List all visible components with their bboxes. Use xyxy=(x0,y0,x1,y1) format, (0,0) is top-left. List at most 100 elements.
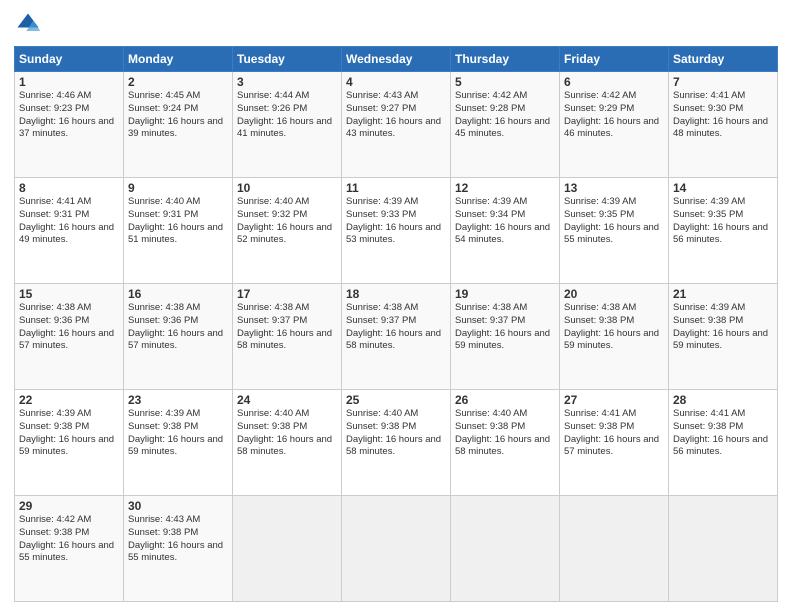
day-info: Sunrise: 4:41 AMSunset: 9:30 PMDaylight:… xyxy=(673,90,773,141)
calendar-cell: 11Sunrise: 4:39 AMSunset: 9:33 PMDayligh… xyxy=(342,178,451,284)
weekday-header: Thursday xyxy=(451,47,560,72)
calendar-cell: 7Sunrise: 4:41 AMSunset: 9:30 PMDaylight… xyxy=(669,72,778,178)
logo-icon xyxy=(14,10,42,38)
calendar-cell: 25Sunrise: 4:40 AMSunset: 9:38 PMDayligh… xyxy=(342,390,451,496)
day-number: 15 xyxy=(19,287,119,301)
day-number: 6 xyxy=(564,75,664,89)
calendar-cell: 23Sunrise: 4:39 AMSunset: 9:38 PMDayligh… xyxy=(124,390,233,496)
day-number: 18 xyxy=(346,287,446,301)
calendar-cell: 3Sunrise: 4:44 AMSunset: 9:26 PMDaylight… xyxy=(233,72,342,178)
day-number: 14 xyxy=(673,181,773,195)
day-info: Sunrise: 4:39 AMSunset: 9:38 PMDaylight:… xyxy=(128,408,228,459)
day-info: Sunrise: 4:39 AMSunset: 9:35 PMDaylight:… xyxy=(673,196,773,247)
calendar-week-row: 29Sunrise: 4:42 AMSunset: 9:38 PMDayligh… xyxy=(15,496,778,602)
day-info: Sunrise: 4:38 AMSunset: 9:37 PMDaylight:… xyxy=(237,302,337,353)
day-number: 20 xyxy=(564,287,664,301)
day-info: Sunrise: 4:39 AMSunset: 9:38 PMDaylight:… xyxy=(673,302,773,353)
calendar-cell: 10Sunrise: 4:40 AMSunset: 9:32 PMDayligh… xyxy=(233,178,342,284)
calendar-cell: 18Sunrise: 4:38 AMSunset: 9:37 PMDayligh… xyxy=(342,284,451,390)
day-info: Sunrise: 4:39 AMSunset: 9:35 PMDaylight:… xyxy=(564,196,664,247)
weekday-header: Wednesday xyxy=(342,47,451,72)
day-number: 7 xyxy=(673,75,773,89)
calendar-cell: 24Sunrise: 4:40 AMSunset: 9:38 PMDayligh… xyxy=(233,390,342,496)
day-info: Sunrise: 4:39 AMSunset: 9:33 PMDaylight:… xyxy=(346,196,446,247)
calendar-cell: 21Sunrise: 4:39 AMSunset: 9:38 PMDayligh… xyxy=(669,284,778,390)
weekday-header: Monday xyxy=(124,47,233,72)
calendar-cell: 4Sunrise: 4:43 AMSunset: 9:27 PMDaylight… xyxy=(342,72,451,178)
day-info: Sunrise: 4:41 AMSunset: 9:31 PMDaylight:… xyxy=(19,196,119,247)
weekday-header: Friday xyxy=(560,47,669,72)
day-number: 3 xyxy=(237,75,337,89)
weekday-header: Saturday xyxy=(669,47,778,72)
calendar-cell: 27Sunrise: 4:41 AMSunset: 9:38 PMDayligh… xyxy=(560,390,669,496)
day-info: Sunrise: 4:44 AMSunset: 9:26 PMDaylight:… xyxy=(237,90,337,141)
day-number: 19 xyxy=(455,287,555,301)
calendar-week-row: 15Sunrise: 4:38 AMSunset: 9:36 PMDayligh… xyxy=(15,284,778,390)
calendar-cell: 19Sunrise: 4:38 AMSunset: 9:37 PMDayligh… xyxy=(451,284,560,390)
calendar-cell: 17Sunrise: 4:38 AMSunset: 9:37 PMDayligh… xyxy=(233,284,342,390)
day-info: Sunrise: 4:46 AMSunset: 9:23 PMDaylight:… xyxy=(19,90,119,141)
day-info: Sunrise: 4:38 AMSunset: 9:36 PMDaylight:… xyxy=(19,302,119,353)
calendar-week-row: 22Sunrise: 4:39 AMSunset: 9:38 PMDayligh… xyxy=(15,390,778,496)
day-info: Sunrise: 4:41 AMSunset: 9:38 PMDaylight:… xyxy=(564,408,664,459)
calendar-cell: 5Sunrise: 4:42 AMSunset: 9:28 PMDaylight… xyxy=(451,72,560,178)
weekday-header: Sunday xyxy=(15,47,124,72)
day-number: 22 xyxy=(19,393,119,407)
day-number: 10 xyxy=(237,181,337,195)
day-info: Sunrise: 4:38 AMSunset: 9:36 PMDaylight:… xyxy=(128,302,228,353)
day-number: 27 xyxy=(564,393,664,407)
calendar-table: SundayMondayTuesdayWednesdayThursdayFrid… xyxy=(14,46,778,602)
day-number: 17 xyxy=(237,287,337,301)
calendar-cell: 15Sunrise: 4:38 AMSunset: 9:36 PMDayligh… xyxy=(15,284,124,390)
weekday-header: Tuesday xyxy=(233,47,342,72)
day-info: Sunrise: 4:43 AMSunset: 9:38 PMDaylight:… xyxy=(128,514,228,565)
day-number: 21 xyxy=(673,287,773,301)
calendar-cell: 6Sunrise: 4:42 AMSunset: 9:29 PMDaylight… xyxy=(560,72,669,178)
day-info: Sunrise: 4:42 AMSunset: 9:38 PMDaylight:… xyxy=(19,514,119,565)
day-info: Sunrise: 4:38 AMSunset: 9:38 PMDaylight:… xyxy=(564,302,664,353)
header xyxy=(14,10,778,38)
day-number: 13 xyxy=(564,181,664,195)
calendar-cell: 29Sunrise: 4:42 AMSunset: 9:38 PMDayligh… xyxy=(15,496,124,602)
day-info: Sunrise: 4:38 AMSunset: 9:37 PMDaylight:… xyxy=(346,302,446,353)
day-info: Sunrise: 4:40 AMSunset: 9:31 PMDaylight:… xyxy=(128,196,228,247)
calendar-cell: 9Sunrise: 4:40 AMSunset: 9:31 PMDaylight… xyxy=(124,178,233,284)
day-number: 11 xyxy=(346,181,446,195)
day-number: 25 xyxy=(346,393,446,407)
day-number: 8 xyxy=(19,181,119,195)
day-number: 1 xyxy=(19,75,119,89)
day-info: Sunrise: 4:40 AMSunset: 9:32 PMDaylight:… xyxy=(237,196,337,247)
calendar-cell: 30Sunrise: 4:43 AMSunset: 9:38 PMDayligh… xyxy=(124,496,233,602)
page: SundayMondayTuesdayWednesdayThursdayFrid… xyxy=(0,0,792,612)
day-info: Sunrise: 4:42 AMSunset: 9:28 PMDaylight:… xyxy=(455,90,555,141)
calendar-cell xyxy=(233,496,342,602)
day-number: 23 xyxy=(128,393,228,407)
calendar-cell xyxy=(342,496,451,602)
day-info: Sunrise: 4:40 AMSunset: 9:38 PMDaylight:… xyxy=(237,408,337,459)
calendar-cell: 13Sunrise: 4:39 AMSunset: 9:35 PMDayligh… xyxy=(560,178,669,284)
day-number: 4 xyxy=(346,75,446,89)
day-number: 26 xyxy=(455,393,555,407)
day-number: 29 xyxy=(19,499,119,513)
day-info: Sunrise: 4:42 AMSunset: 9:29 PMDaylight:… xyxy=(564,90,664,141)
day-number: 24 xyxy=(237,393,337,407)
calendar-week-row: 8Sunrise: 4:41 AMSunset: 9:31 PMDaylight… xyxy=(15,178,778,284)
calendar-cell xyxy=(451,496,560,602)
day-info: Sunrise: 4:45 AMSunset: 9:24 PMDaylight:… xyxy=(128,90,228,141)
calendar-cell: 14Sunrise: 4:39 AMSunset: 9:35 PMDayligh… xyxy=(669,178,778,284)
day-number: 16 xyxy=(128,287,228,301)
calendar-cell xyxy=(560,496,669,602)
calendar-cell: 16Sunrise: 4:38 AMSunset: 9:36 PMDayligh… xyxy=(124,284,233,390)
day-number: 28 xyxy=(673,393,773,407)
calendar-cell: 28Sunrise: 4:41 AMSunset: 9:38 PMDayligh… xyxy=(669,390,778,496)
calendar-week-row: 1Sunrise: 4:46 AMSunset: 9:23 PMDaylight… xyxy=(15,72,778,178)
calendar-cell: 12Sunrise: 4:39 AMSunset: 9:34 PMDayligh… xyxy=(451,178,560,284)
day-number: 2 xyxy=(128,75,228,89)
day-info: Sunrise: 4:39 AMSunset: 9:38 PMDaylight:… xyxy=(19,408,119,459)
calendar-cell: 1Sunrise: 4:46 AMSunset: 9:23 PMDaylight… xyxy=(15,72,124,178)
calendar-cell: 26Sunrise: 4:40 AMSunset: 9:38 PMDayligh… xyxy=(451,390,560,496)
calendar-cell: 2Sunrise: 4:45 AMSunset: 9:24 PMDaylight… xyxy=(124,72,233,178)
logo xyxy=(14,10,46,38)
day-number: 30 xyxy=(128,499,228,513)
day-info: Sunrise: 4:41 AMSunset: 9:38 PMDaylight:… xyxy=(673,408,773,459)
